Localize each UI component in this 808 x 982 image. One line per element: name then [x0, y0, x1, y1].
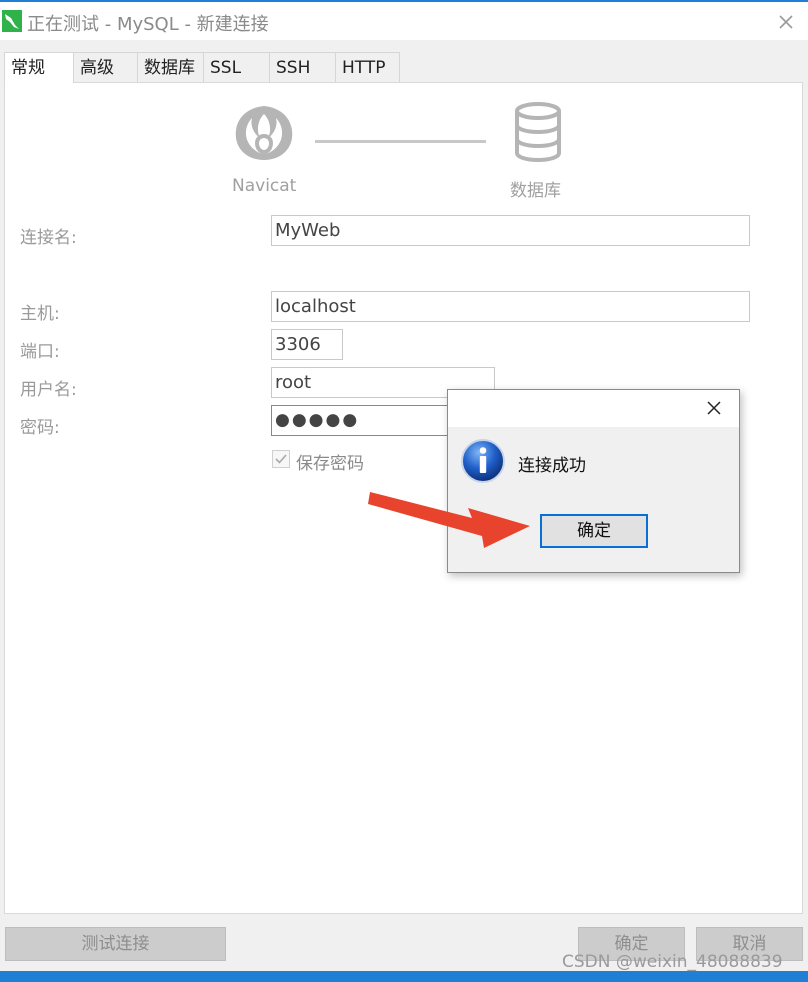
- tab-databases[interactable]: 数据库: [137, 52, 204, 82]
- window-title: 正在测试 - MySQL - 新建连接: [27, 14, 269, 35]
- connection-line: [315, 140, 486, 143]
- close-icon[interactable]: [704, 398, 724, 418]
- checkmark-icon: [275, 454, 287, 464]
- host-input[interactable]: localhost: [271, 291, 750, 322]
- port-input[interactable]: 3306: [271, 329, 343, 360]
- host-label: 主机:: [20, 304, 60, 324]
- close-icon[interactable]: [772, 8, 800, 36]
- navicat-logo-icon: [235, 106, 293, 160]
- dialog-title-bar: [448, 390, 739, 427]
- watermark: CSDN @weixin_48088839: [562, 952, 783, 972]
- tab-ssl[interactable]: SSL: [203, 52, 270, 82]
- save-password-checkbox[interactable]: [272, 450, 290, 468]
- taskbar-strip: [0, 971, 808, 982]
- tab-advanced[interactable]: 高级: [73, 52, 138, 82]
- tab-general[interactable]: 常规: [4, 52, 74, 83]
- navicat-mysql-icon: [2, 10, 22, 32]
- red-arrow-annotation: [368, 492, 530, 548]
- password-label: 密码:: [20, 418, 60, 438]
- connection-name-input[interactable]: MyWeb: [271, 215, 750, 246]
- database-caption: 数据库: [510, 181, 561, 201]
- title-bar: 正在测试 - MySQL - 新建连接: [0, 2, 808, 40]
- test-connection-button[interactable]: 测试连接: [5, 927, 226, 961]
- tab-http[interactable]: HTTP: [335, 52, 400, 82]
- connection-name-label: 连接名:: [20, 228, 77, 248]
- navicat-caption: Navicat: [232, 176, 297, 196]
- port-label: 端口:: [20, 342, 60, 362]
- username-label: 用户名:: [20, 380, 77, 400]
- info-icon: [461, 439, 505, 483]
- save-password-label: 保存密码: [296, 454, 364, 474]
- dialog-ok-button[interactable]: 确定: [540, 514, 648, 548]
- tab-ssh[interactable]: SSH: [269, 52, 336, 82]
- database-icon: [515, 102, 561, 162]
- dialog-message: 连接成功: [518, 456, 586, 476]
